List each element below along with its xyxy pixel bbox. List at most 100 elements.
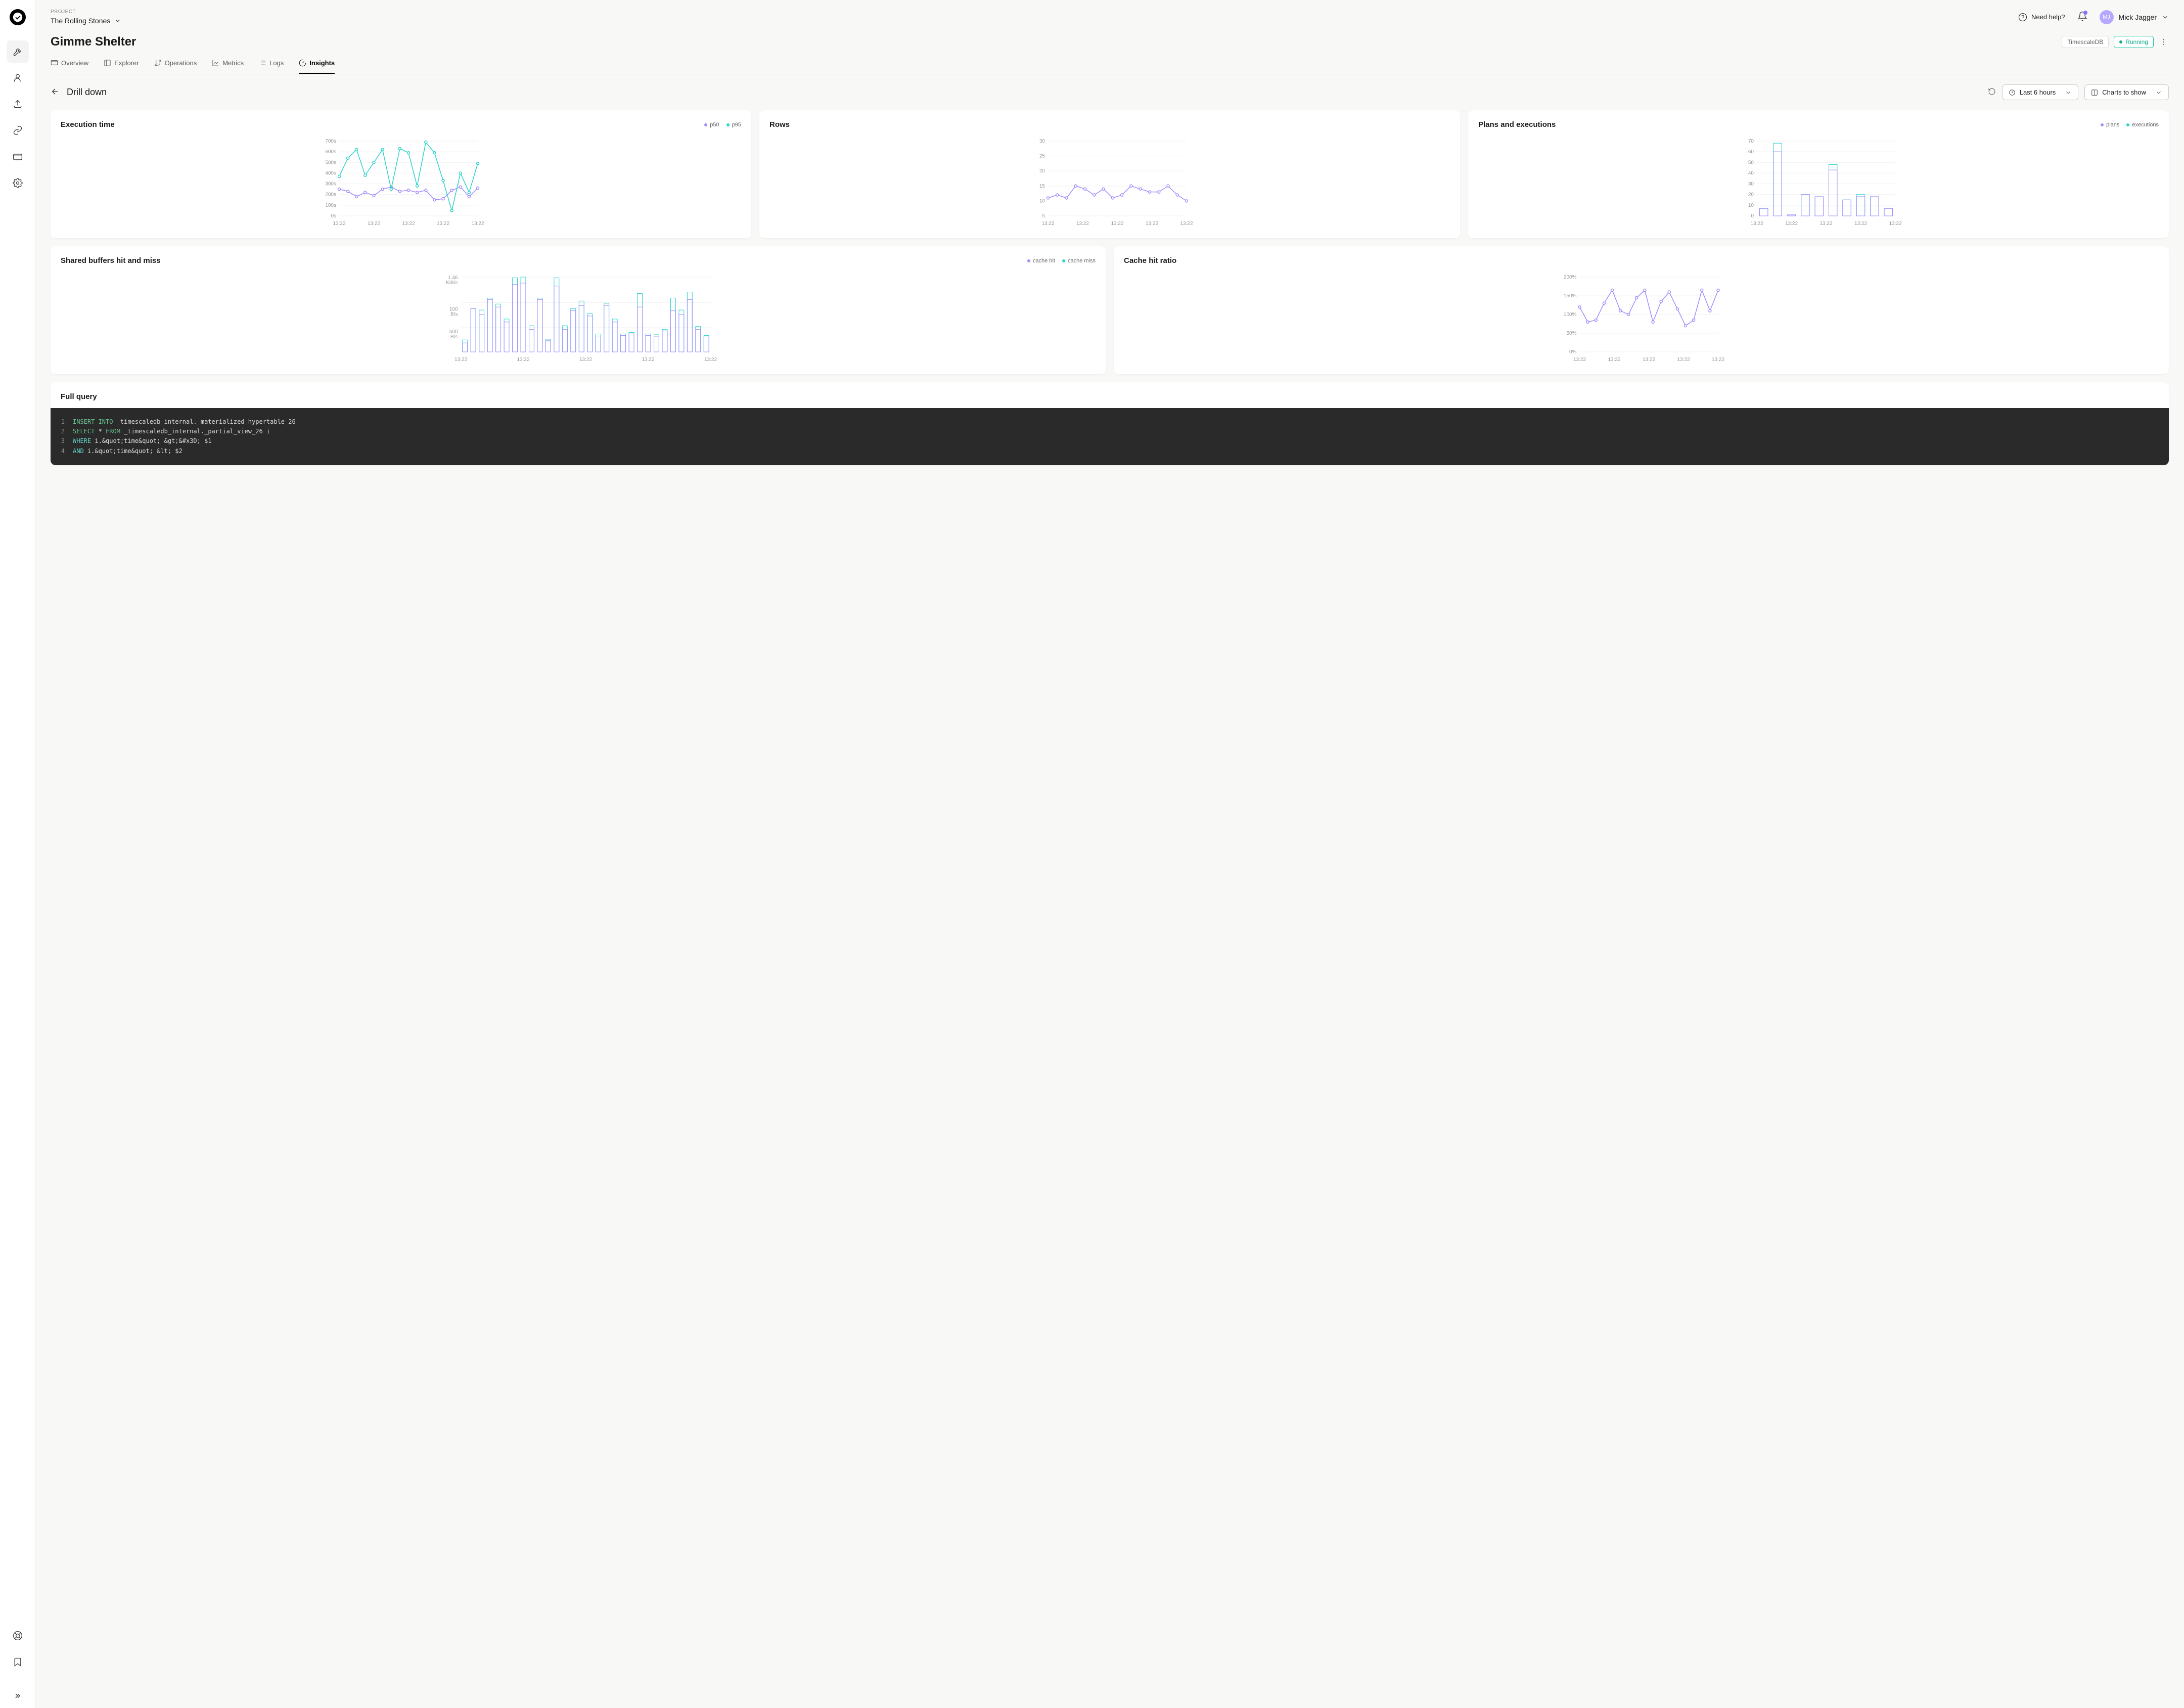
- tab-metrics[interactable]: Metrics: [212, 59, 244, 74]
- project-label: PROJECT: [51, 9, 121, 15]
- db-badge: TimescaleDB: [2062, 36, 2109, 48]
- chart-legend: plans executions: [2101, 122, 2159, 128]
- list-icon: [259, 59, 266, 67]
- notifications-button[interactable]: [2077, 11, 2087, 23]
- time-range-dropdown[interactable]: Last 6 hours: [2002, 84, 2079, 100]
- svg-text:13:22: 13:22: [1854, 221, 1867, 227]
- gauge-icon: [299, 59, 306, 67]
- arrow-left-icon: [51, 87, 60, 96]
- svg-text:25: 25: [1039, 154, 1045, 159]
- project-name: The Rolling Stones: [51, 17, 110, 25]
- svg-text:13:22: 13:22: [579, 357, 592, 363]
- status-badge: Running: [2114, 36, 2154, 48]
- svg-text:13:22: 13:22: [1111, 221, 1123, 227]
- drill-title: Drill down: [67, 87, 107, 98]
- chevron-down-icon: [2065, 89, 2072, 96]
- chart-cache: Cache hit ratio 0% 50% 100% 150% 200% 13:22 13…: [1114, 246, 2169, 374]
- svg-text:KiB/s: KiB/s: [446, 280, 458, 286]
- svg-text:10: 10: [1748, 203, 1754, 208]
- svg-text:13:22: 13:22: [1146, 221, 1158, 227]
- back-button[interactable]: [51, 87, 60, 98]
- chart-buffers: Shared buffers hit and miss cache hit ca…: [51, 246, 1106, 374]
- svg-text:20: 20: [1039, 168, 1045, 174]
- chart-rows: Rows 5101520253013:2213:2213:2213:2213:2…: [759, 110, 1460, 238]
- svg-text:13:22: 13:22: [1785, 221, 1798, 227]
- project-selector[interactable]: The Rolling Stones: [51, 17, 121, 25]
- svg-text:400s: 400s: [325, 170, 336, 176]
- refresh-icon: [1988, 87, 1996, 96]
- svg-text:300s: 300s: [325, 182, 336, 187]
- charts-show-dropdown[interactable]: Charts to show: [2084, 84, 2169, 100]
- chevron-down-icon: [2155, 89, 2162, 96]
- nav-upload[interactable]: [7, 93, 29, 115]
- svg-text:100s: 100s: [325, 203, 336, 208]
- chart-legend: cache hit cache miss: [1027, 258, 1096, 264]
- notification-dot: [2083, 11, 2087, 15]
- svg-text:150%: 150%: [1564, 293, 1577, 299]
- chart-execution-time: Execution time p50 p95 0s100s200s300s400…: [51, 110, 751, 238]
- query-card: Full query 1INSERT INTO _timescaledb_int…: [51, 382, 2169, 465]
- svg-text:0: 0: [1751, 213, 1754, 219]
- tab-logs[interactable]: Logs: [259, 59, 284, 74]
- svg-text:13:22: 13:22: [368, 221, 380, 227]
- svg-text:13:22: 13:22: [1750, 221, 1763, 227]
- svg-text:13:22: 13:22: [1076, 221, 1089, 227]
- svg-text:70: 70: [1748, 139, 1754, 144]
- svg-text:50%: 50%: [1566, 331, 1576, 336]
- help-icon: [2018, 13, 2027, 22]
- svg-text:13:22: 13:22: [471, 221, 484, 227]
- chart-title: Cache hit ratio: [1124, 256, 1176, 265]
- nav-billing[interactable]: [7, 146, 29, 168]
- svg-text:13:22: 13:22: [1573, 357, 1586, 363]
- tab-overview[interactable]: Overview: [51, 59, 88, 74]
- nav-bookmark[interactable]: [7, 1650, 29, 1673]
- help-text: Need help?: [2031, 13, 2065, 21]
- nav-help[interactable]: [7, 1624, 29, 1646]
- clock-icon: [2009, 89, 2016, 96]
- code-block: 1INSERT INTO _timescaledb_internal._mate…: [51, 408, 2169, 465]
- query-title: Full query: [51, 382, 2169, 408]
- svg-text:13:22: 13:22: [517, 357, 529, 363]
- expand-sidebar-button[interactable]: [0, 1683, 35, 1708]
- svg-text:700s: 700s: [325, 139, 336, 144]
- svg-text:13:22: 13:22: [642, 357, 654, 363]
- nav-tools[interactable]: [7, 40, 29, 63]
- page-title: Gimme Shelter: [51, 35, 136, 49]
- svg-text:0s: 0s: [331, 213, 336, 219]
- tab-operations[interactable]: Operations: [154, 59, 197, 74]
- status-dot-icon: [2119, 40, 2122, 43]
- svg-text:100%: 100%: [1564, 312, 1577, 318]
- svg-text:13:22: 13:22: [1608, 357, 1620, 363]
- svg-text:13:22: 13:22: [1677, 357, 1690, 363]
- svg-text:15: 15: [1039, 184, 1045, 189]
- svg-text:10: 10: [1039, 198, 1045, 204]
- nav-link[interactable]: [7, 119, 29, 142]
- nav-settings[interactable]: [7, 172, 29, 194]
- tab-insights[interactable]: Insights: [299, 59, 335, 74]
- layout-icon: [104, 59, 111, 67]
- svg-text:0%: 0%: [1569, 349, 1577, 355]
- svg-text:B/s: B/s: [450, 334, 458, 340]
- user-menu[interactable]: MJ Mick Jagger: [2100, 10, 2169, 24]
- more-button[interactable]: [2159, 37, 2169, 47]
- svg-text:B/s: B/s: [450, 312, 458, 318]
- svg-text:600s: 600s: [325, 149, 336, 155]
- user-name: Mick Jagger: [2119, 13, 2157, 21]
- chart-plans: Plans and executions plans executions 01…: [1468, 110, 2169, 238]
- chart-title: Shared buffers hit and miss: [61, 256, 161, 265]
- svg-text:13:22: 13:22: [1041, 221, 1054, 227]
- avatar: MJ: [2100, 10, 2114, 24]
- columns-icon: [2091, 89, 2098, 96]
- logo[interactable]: [10, 9, 26, 25]
- nav-user[interactable]: [7, 67, 29, 89]
- network-icon: [154, 59, 162, 67]
- svg-text:13:22: 13:22: [704, 357, 717, 363]
- chart-title: Execution time: [61, 120, 115, 129]
- tabs: Overview Explorer Operations Metrics Log…: [51, 59, 2169, 74]
- chevron-down-icon: [2162, 14, 2169, 21]
- tab-explorer[interactable]: Explorer: [104, 59, 139, 74]
- refresh-button[interactable]: [1988, 87, 1996, 97]
- svg-text:13:22: 13:22: [333, 221, 345, 227]
- svg-text:200%: 200%: [1564, 275, 1577, 280]
- help-link[interactable]: Need help?: [2018, 13, 2065, 22]
